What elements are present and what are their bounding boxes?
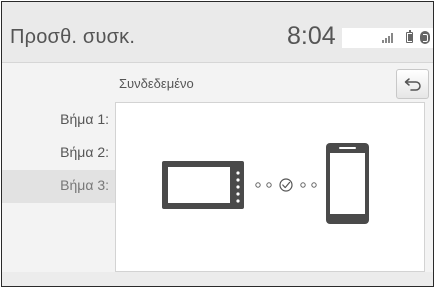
header-bar: Προσθ. συσκ. 8:04 xyxy=(2,2,433,62)
back-arrow-icon xyxy=(404,78,421,91)
battery-icon xyxy=(406,29,413,43)
smartphone-icon xyxy=(326,143,369,224)
signal-icon xyxy=(382,33,393,43)
page-title: Προσθ. συσκ. xyxy=(10,26,136,48)
step-3-item[interactable]: Βήμα 3: xyxy=(2,170,115,203)
header-divider xyxy=(2,62,433,63)
bottom-strip xyxy=(2,272,433,286)
step-2-item[interactable]: Βήμα 2: xyxy=(2,137,115,170)
check-icon xyxy=(279,178,293,192)
instruction-panel xyxy=(115,102,425,272)
back-button[interactable] xyxy=(396,69,429,99)
screen: Προσθ. συσκ. 8:04 Συνδεδεμένο Βήμα 1: Βή… xyxy=(1,1,434,287)
bluetooth-icon xyxy=(420,31,430,44)
connection-status-label: Συνδεδεμένο xyxy=(119,76,194,91)
step-label: Βήμα 3: xyxy=(60,177,109,193)
connection-illustration xyxy=(162,143,369,224)
clock: 8:04 xyxy=(287,22,336,50)
step-label: Βήμα 1: xyxy=(60,111,109,127)
step-label: Βήμα 2: xyxy=(60,144,109,160)
step-1-item[interactable]: Βήμα 1: xyxy=(2,104,115,137)
head-unit-icon xyxy=(162,161,244,209)
